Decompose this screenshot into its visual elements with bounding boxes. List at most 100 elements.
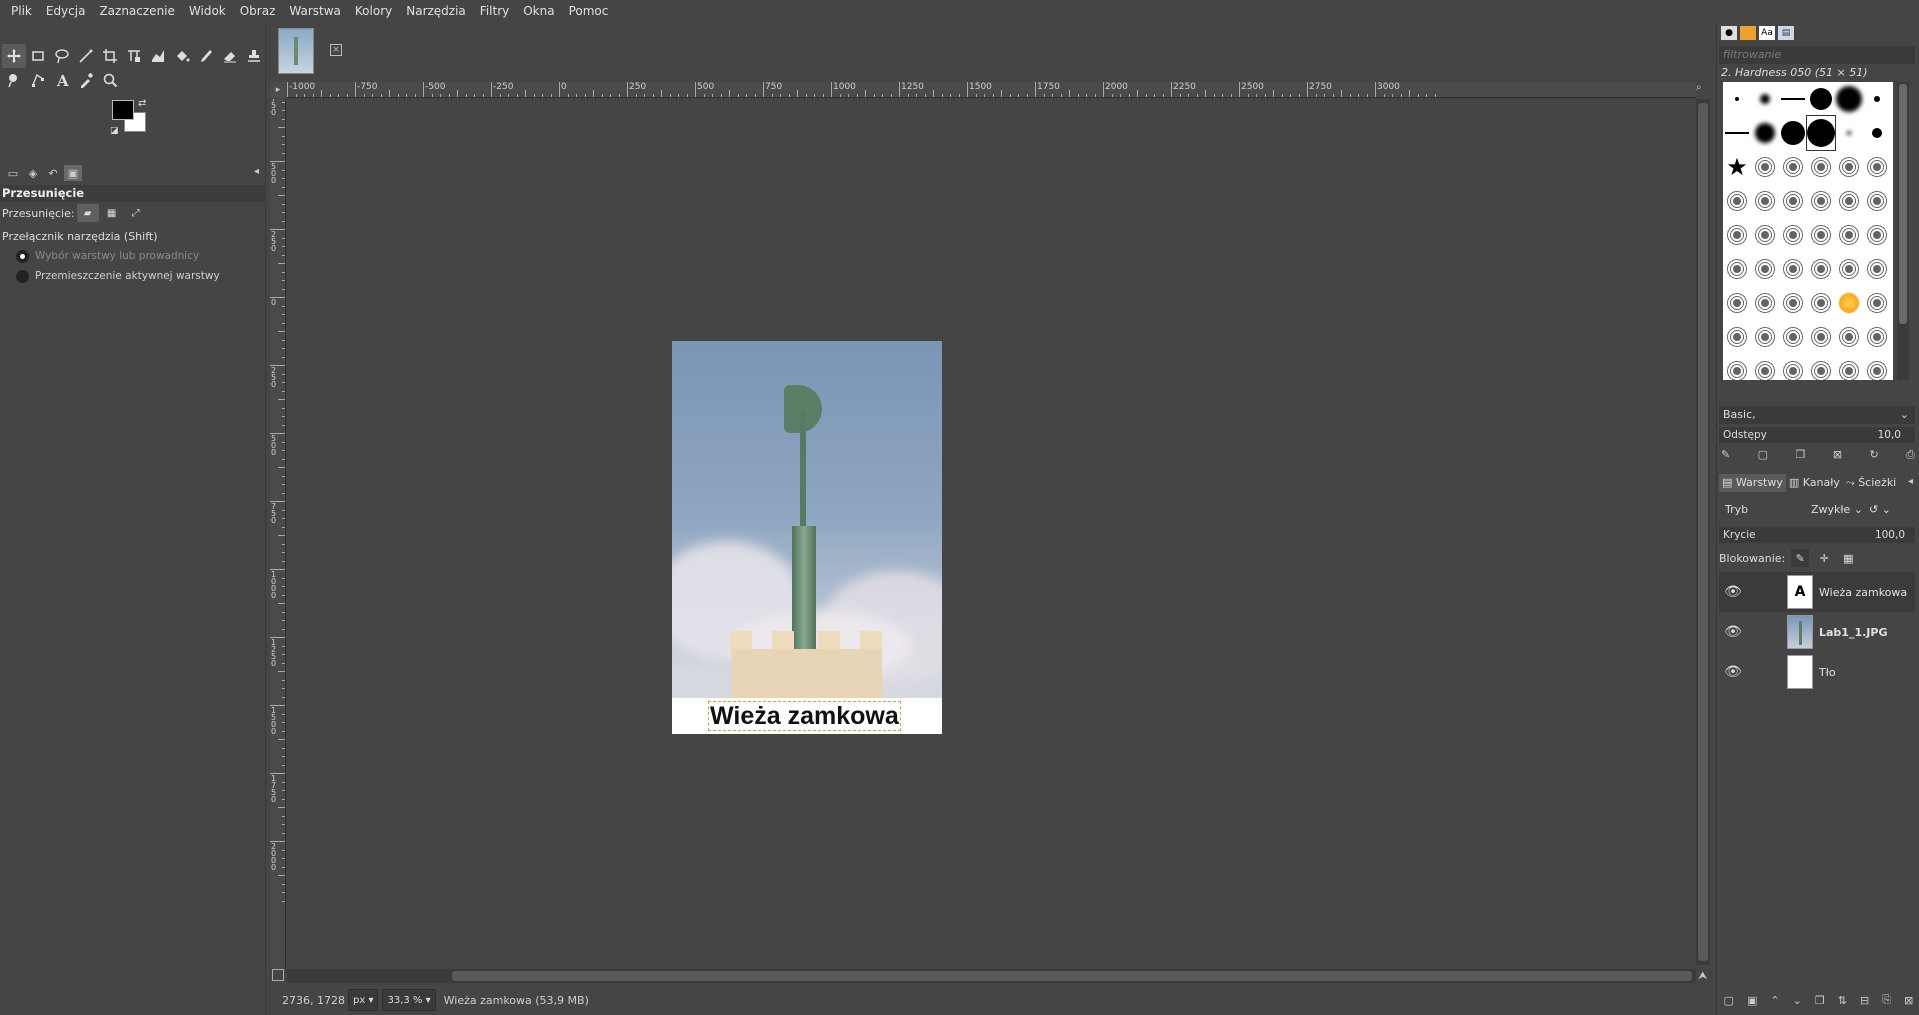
text-layer-caption[interactable]: Wieża zamkowa: [708, 701, 901, 731]
tab-layers[interactable]: ▤ Warstwy: [1719, 474, 1786, 492]
layer-name[interactable]: Lab1_1.JPG: [1819, 626, 1887, 639]
menu-image[interactable]: Obraz: [233, 0, 283, 22]
layer-row[interactable]: 👁 Lab1_1.JPG: [1719, 612, 1915, 652]
delete-layer-icon[interactable]: ⊠: [1904, 994, 1913, 1007]
brush-filter-input[interactable]: filtrowanie: [1719, 46, 1915, 64]
refresh-brushes-icon[interactable]: ↻: [1869, 448, 1878, 462]
brush-preset-item[interactable]: [1751, 252, 1779, 286]
radio-button[interactable]: [16, 269, 29, 283]
brush-preset-item[interactable]: [1779, 150, 1807, 184]
radio-pick-layer[interactable]: Wybór warstwy lub prowadnicy: [0, 246, 266, 266]
brush-preset-item[interactable]: [1807, 150, 1835, 184]
brush-preset-item[interactable]: [1723, 116, 1751, 150]
radio-button-checked[interactable]: [16, 249, 29, 263]
tool-options-tab-icon[interactable]: ▣: [64, 165, 82, 181]
undo-history-icon[interactable]: ↶: [44, 165, 62, 181]
brush-preset-item[interactable]: [1863, 150, 1891, 184]
menu-windows[interactable]: Okna: [516, 0, 561, 22]
move-layer-icon[interactable]: ▰: [76, 204, 99, 222]
lock-position-icon[interactable]: ✛: [1815, 549, 1833, 567]
brush-preset-item[interactable]: [1863, 354, 1891, 380]
brush-preset-item[interactable]: [1835, 184, 1863, 218]
brush-preset-item[interactable]: [1863, 184, 1891, 218]
menu-filters[interactable]: Filtry: [473, 0, 516, 22]
brush-scrollbar[interactable]: [1897, 82, 1909, 380]
new-layer-group-icon[interactable]: ▣: [1747, 994, 1757, 1007]
brush-preset-item[interactable]: [1751, 150, 1779, 184]
panel-menu-icon[interactable]: ◂: [254, 166, 259, 177]
text-tool-icon[interactable]: A: [50, 68, 74, 92]
zoom-icon[interactable]: [98, 68, 122, 92]
layer-row[interactable]: 👁 A Wieża zamkowa: [1719, 572, 1915, 612]
brush-preset-item[interactable]: [1807, 218, 1835, 252]
move-tool-icon[interactable]: [2, 44, 26, 68]
paintbrush-icon[interactable]: [194, 44, 218, 68]
brush-preset-item[interactable]: [1835, 150, 1863, 184]
brush-preset-item[interactable]: [1779, 286, 1807, 320]
move-path-icon[interactable]: ⤢: [125, 204, 147, 222]
brush-preset-item[interactable]: [1806, 115, 1836, 151]
fonts-tab-icon[interactable]: Aa: [1759, 26, 1775, 40]
swap-colors-icon[interactable]: ⇄: [138, 98, 146, 109]
brush-preset-item[interactable]: [1723, 82, 1751, 116]
lock-pixels-icon[interactable]: ✎: [1791, 549, 1810, 567]
lower-layer-icon[interactable]: ⌄: [1793, 994, 1802, 1007]
visibility-eye-icon[interactable]: 👁: [1719, 664, 1747, 680]
ruler-corner-icon[interactable]: ▸: [270, 82, 286, 98]
layer-name[interactable]: Wieża zamkowa: [1819, 586, 1907, 599]
duplicate-brush-icon[interactable]: ❐: [1796, 448, 1806, 462]
fuzzy-select-icon[interactable]: [74, 44, 98, 68]
vertical-ruler[interactable]: 750 500 250 0 250 500 750 1000 1250 1500 1750 2000: [270, 99, 286, 969]
horizontal-scrollbar[interactable]: [287, 969, 1696, 983]
brush-preset-item[interactable]: [1751, 184, 1779, 218]
brush-preset-item[interactable]: [1835, 116, 1863, 150]
delete-brush-icon[interactable]: ⊠: [1833, 448, 1842, 462]
rect-select-icon[interactable]: [26, 44, 50, 68]
brush-preset-item[interactable]: [1779, 252, 1807, 286]
brush-preset-item[interactable]: [1835, 286, 1863, 320]
vertical-scrollbar[interactable]: [1696, 99, 1710, 965]
brush-spacing-slider[interactable]: Odstępy 10,0: [1719, 427, 1915, 443]
brush-preset-item[interactable]: [1863, 252, 1891, 286]
brush-preset-item[interactable]: [1863, 82, 1891, 116]
brush-preset-item[interactable]: [1723, 252, 1751, 286]
reset-colors-icon[interactable]: ◪: [110, 126, 119, 136]
brush-preset-item[interactable]: [1723, 354, 1751, 380]
brush-preset-item[interactable]: [1807, 82, 1835, 116]
brush-preset-item[interactable]: [1835, 218, 1863, 252]
unit-select[interactable]: px ▾: [348, 989, 379, 1011]
mode-select[interactable]: Zwykłe ⌄: [1789, 503, 1869, 516]
brush-preset-item[interactable]: [1779, 320, 1807, 354]
radio-move-active[interactable]: Przemieszczenie aktywnej warstwy: [0, 266, 266, 286]
brush-preset-item[interactable]: [1863, 286, 1891, 320]
image-tab-thumbnail[interactable]: [278, 28, 314, 74]
new-brush-icon[interactable]: ▢: [1758, 448, 1768, 462]
brush-preset-item[interactable]: [1751, 286, 1779, 320]
edit-brush-icon[interactable]: ✎: [1721, 448, 1730, 462]
menu-view[interactable]: Widok: [182, 0, 233, 22]
brush-preset-item[interactable]: [1723, 218, 1751, 252]
tab-paths[interactable]: ⤳ Ścieżki: [1843, 474, 1899, 492]
brush-preset-item[interactable]: [1807, 252, 1835, 286]
brush-preset-item[interactable]: [1807, 184, 1835, 218]
brush-preset-item[interactable]: [1779, 116, 1807, 150]
move-selection-icon[interactable]: ▦: [101, 204, 123, 222]
menu-help[interactable]: Pomoc: [562, 0, 616, 22]
paths-icon[interactable]: [26, 68, 50, 92]
add-mask-icon[interactable]: ⎘: [1882, 993, 1891, 1007]
lasso-icon[interactable]: [50, 44, 74, 68]
menu-edit[interactable]: Edycja: [39, 0, 93, 22]
brush-preset-item[interactable]: [1835, 354, 1863, 380]
brush-preset-item[interactable]: [1751, 218, 1779, 252]
tool-presets-icon[interactable]: ◈: [24, 165, 42, 181]
layers-panel-menu-icon[interactable]: ◂: [1908, 476, 1913, 487]
brush-preset-item[interactable]: [1807, 286, 1835, 320]
brushes-tab-icon[interactable]: ●: [1721, 26, 1737, 40]
open-as-image-icon[interactable]: ⎙: [1906, 448, 1915, 462]
brush-grid[interactable]: ★: [1723, 82, 1893, 380]
brush-preset-item[interactable]: [1723, 286, 1751, 320]
brush-preset-item[interactable]: [1779, 82, 1807, 116]
brush-tag-select[interactable]: Basic, ⌄: [1719, 406, 1915, 424]
menu-tools[interactable]: Narzędzia: [399, 0, 473, 22]
brush-preset-item[interactable]: [1807, 320, 1835, 354]
